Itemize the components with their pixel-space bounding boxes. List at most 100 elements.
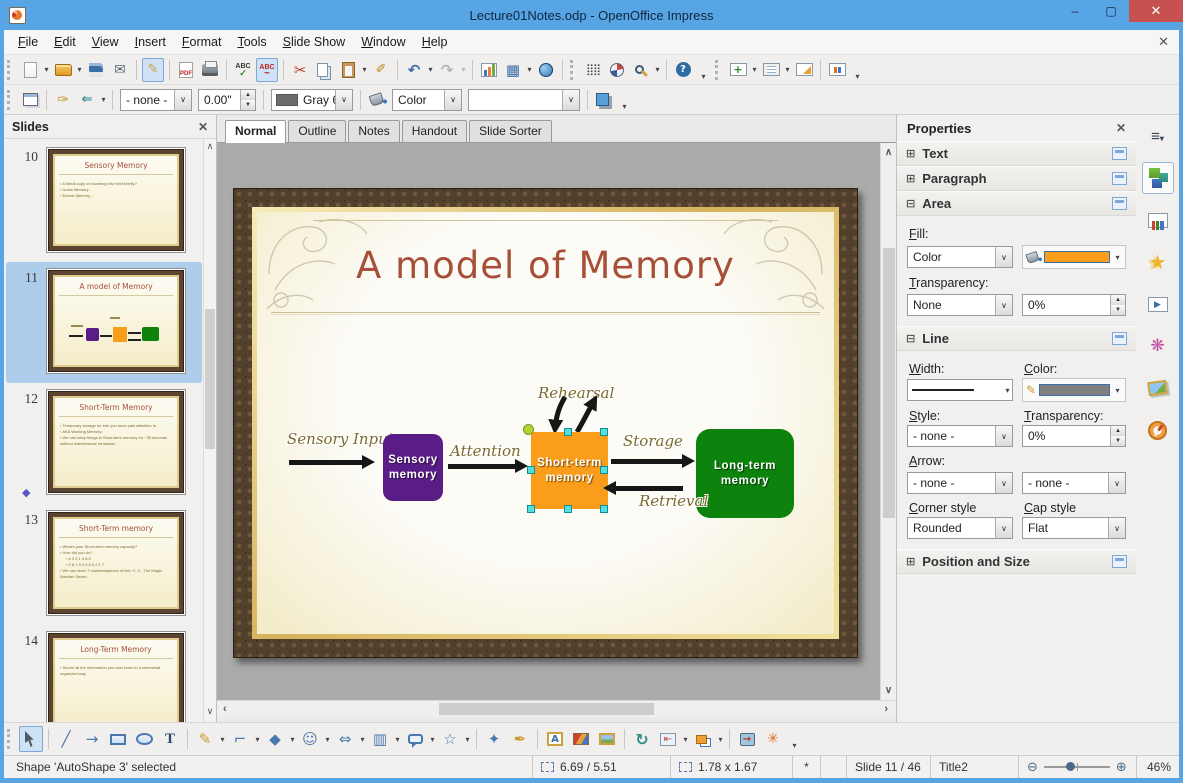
- menu-edit[interactable]: Edit: [46, 31, 84, 53]
- label-storage[interactable]: Storage: [623, 432, 683, 450]
- cap-style-select[interactable]: Flat: [1022, 517, 1126, 539]
- display-grid-icon[interactable]: ⣿⣿: [582, 58, 604, 82]
- text-dialog-launcher-icon[interactable]: [1112, 147, 1127, 160]
- zoom-in-icon[interactable]: ⊕: [1116, 760, 1127, 775]
- basic-shapes-tool[interactable]: ◆: [263, 726, 287, 752]
- line-dialog-launcher-icon[interactable]: [1112, 332, 1127, 345]
- layout-name[interactable]: Title2: [931, 756, 1019, 778]
- line-color-dropdown[interactable]: [1113, 386, 1122, 395]
- horizontal-scrollbar[interactable]: ‹ ›: [217, 700, 896, 717]
- arrange-dropdown[interactable]: [716, 735, 725, 744]
- maximize-button[interactable]: ▢: [1093, 0, 1129, 22]
- scrollbar-thumb[interactable]: [883, 248, 895, 518]
- toolbar-grip[interactable]: [715, 59, 722, 80]
- toolbar-overflow[interactable]: [698, 59, 709, 81]
- tab-notes[interactable]: Notes: [348, 120, 400, 142]
- toolbar-overflow[interactable]: [619, 89, 630, 111]
- print-icon[interactable]: [202, 60, 218, 76]
- export-pdf-icon[interactable]: PDF: [179, 61, 193, 78]
- line-color-picker[interactable]: ✎: [1022, 378, 1126, 402]
- scroll-up-icon[interactable]: ∧: [204, 141, 216, 155]
- select-tool[interactable]: [19, 726, 43, 752]
- slide-thumbnail-row-12[interactable]: 12 Short-Term Memory Temporary storage f…: [6, 383, 202, 504]
- slide-layout-dropdown[interactable]: [783, 65, 792, 74]
- chevron-down-icon[interactable]: [995, 426, 1012, 446]
- selection-handle[interactable]: [600, 428, 608, 436]
- animation-tool[interactable]: →: [735, 726, 759, 752]
- scroll-down-icon[interactable]: ∨: [881, 685, 896, 696]
- tab-outline[interactable]: Outline: [288, 120, 347, 142]
- corner-style-select[interactable]: Rounded: [907, 517, 1013, 539]
- selection-handle[interactable]: [600, 505, 608, 513]
- toolbar-grip[interactable]: [7, 89, 14, 110]
- redo-dropdown[interactable]: [459, 65, 468, 74]
- chevron-down-icon[interactable]: [335, 89, 352, 110]
- menu-file[interactable]: File: [10, 31, 46, 53]
- undo-dropdown[interactable]: [426, 65, 435, 74]
- undo-icon[interactable]: ↶: [403, 58, 425, 82]
- toolbar-grip[interactable]: [7, 729, 14, 749]
- menu-slide-show[interactable]: Slide Show: [275, 31, 354, 53]
- slide-layout-icon[interactable]: [762, 63, 780, 76]
- slide-design-icon[interactable]: [795, 63, 813, 76]
- line-pen-icon[interactable]: ✑: [52, 88, 74, 112]
- fill-type-select[interactable]: Color: [392, 88, 462, 111]
- scroll-down-icon[interactable]: ∨: [204, 706, 216, 720]
- sidebar-tab-master-pages[interactable]: [1142, 204, 1174, 236]
- slides-panel-close-icon[interactable]: ✕: [198, 120, 208, 134]
- expand-icon[interactable]: [906, 172, 915, 185]
- connector-dropdown[interactable]: [253, 735, 262, 744]
- area-style-bucket-icon[interactable]: [368, 92, 384, 107]
- stars-dropdown[interactable]: [463, 735, 472, 744]
- line-width-select[interactable]: [907, 379, 1013, 401]
- chevron-down-icon[interactable]: [444, 89, 461, 110]
- section-position-size[interactable]: Position and Size: [897, 549, 1136, 574]
- tab-handout[interactable]: Handout: [401, 120, 468, 142]
- toolbar-grip[interactable]: [7, 59, 14, 80]
- spin-up-icon[interactable]: ▲: [241, 89, 255, 100]
- transparency-spinner[interactable]: 0% ▲ ▼: [1022, 294, 1126, 316]
- line-style-select[interactable]: - none -: [120, 88, 192, 111]
- area-fill-type-select[interactable]: Color: [907, 246, 1013, 268]
- rotate-tool[interactable]: ↻: [630, 726, 654, 752]
- align-tool[interactable]: ⇤: [656, 726, 680, 752]
- minimize-button[interactable]: –: [1057, 0, 1093, 22]
- sidebar-tab-custom-animation[interactable]: ★: [1142, 246, 1174, 278]
- toolbar-overflow[interactable]: [789, 728, 800, 750]
- paragraph-dialog-launcher-icon[interactable]: [1112, 172, 1127, 185]
- sidebar-tab-slide-transition[interactable]: ▶: [1142, 288, 1174, 320]
- flowchart-dropdown[interactable]: [393, 735, 402, 744]
- line-transparency-spinner[interactable]: 0% ▲ ▼: [1022, 425, 1126, 447]
- selection-handle[interactable]: [527, 505, 535, 513]
- slide-title[interactable]: A model of Memory: [257, 244, 834, 287]
- callouts-tool[interactable]: [403, 726, 427, 752]
- section-line[interactable]: Line: [897, 326, 1136, 351]
- adjust-handle[interactable]: [523, 424, 534, 435]
- menu-format[interactable]: Format: [174, 31, 230, 53]
- fontwork-tool[interactable]: A: [543, 726, 567, 752]
- help-icon[interactable]: ?: [675, 62, 691, 77]
- zoom-dropdown[interactable]: [653, 65, 662, 74]
- sidebar-menu-icon[interactable]: ≡▾: [1142, 120, 1174, 152]
- edit-points-tool[interactable]: ✦: [482, 726, 506, 752]
- menu-insert[interactable]: Insert: [127, 31, 174, 53]
- spin-down-icon[interactable]: ▼: [1111, 305, 1125, 315]
- arrow-storage[interactable]: [611, 454, 695, 468]
- interaction-tool[interactable]: ✳: [761, 726, 785, 752]
- tab-normal[interactable]: Normal: [225, 120, 287, 143]
- scrollbar-thumb[interactable]: [439, 703, 654, 715]
- fill-color-dropdown[interactable]: [1113, 253, 1122, 262]
- box-long-term-memory[interactable]: Long-term memory: [696, 429, 794, 518]
- section-area[interactable]: Area: [897, 191, 1136, 216]
- collapse-icon[interactable]: [906, 197, 915, 210]
- save-icon[interactable]: [89, 62, 103, 77]
- box-sensory-memory[interactable]: Sensory memory: [383, 434, 443, 501]
- scroll-up-icon[interactable]: ∧: [881, 147, 896, 158]
- menu-view[interactable]: View: [84, 31, 127, 53]
- hyperlink-icon[interactable]: [539, 62, 553, 77]
- sidebar-tab-properties[interactable]: [1141, 162, 1174, 194]
- slide-thumbnail-row-11-selected[interactable]: 11 A model of Memory: [6, 262, 202, 383]
- fill-color-select[interactable]: [468, 88, 580, 111]
- zoom-thumb[interactable]: [1065, 762, 1075, 771]
- new-slide-icon[interactable]: +: [729, 63, 747, 76]
